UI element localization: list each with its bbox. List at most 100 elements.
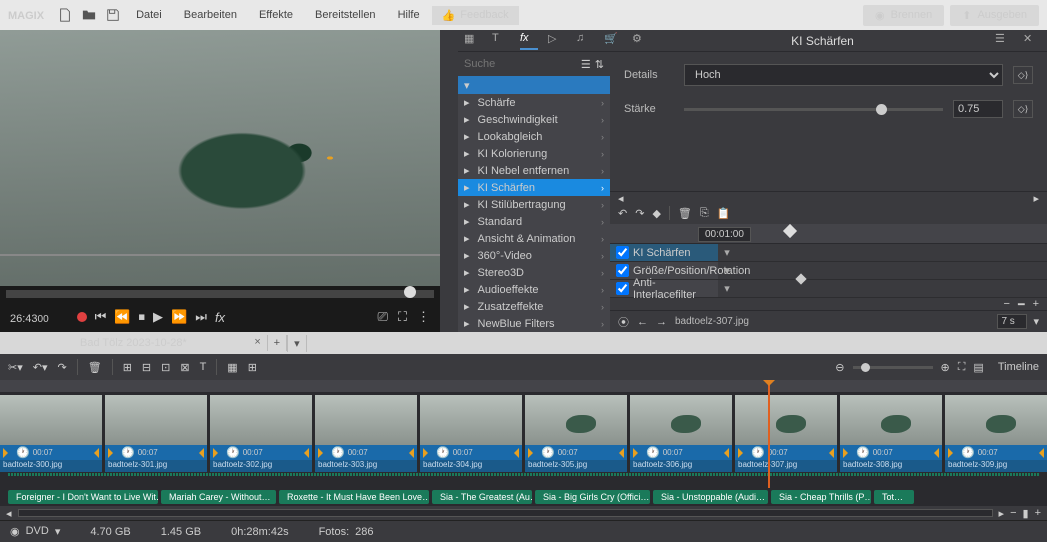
clip-in-handle[interactable]: [3, 448, 13, 458]
clip-in-handle[interactable]: [843, 448, 853, 458]
kf-redo-icon[interactable]: ↷: [635, 207, 644, 220]
timeline-clip[interactable]: 🕐00:07badtoelz-309.jpg: [945, 395, 1047, 472]
kf-back-icon[interactable]: ←: [637, 316, 648, 328]
timeline-clip[interactable]: 🕐00:07badtoelz-301.jpg: [105, 395, 207, 472]
ungroup-tool-icon[interactable]: ⊠: [180, 361, 189, 374]
track-minus-icon[interactable]: −: [1010, 507, 1016, 519]
tab-audio-icon[interactable]: ♫: [576, 32, 594, 50]
fx-item-geschwindigkeit[interactable]: ▸Geschwindigkeit›: [458, 111, 610, 128]
open-folder-icon[interactable]: [78, 4, 100, 26]
panel-close-icon[interactable]: ✕: [1023, 32, 1041, 50]
track-enable-checkbox[interactable]: [616, 264, 629, 277]
marker-tool-icon[interactable]: ⊟: [142, 361, 151, 374]
clip-in-handle[interactable]: [423, 448, 433, 458]
grid-tool-icon[interactable]: ▦: [227, 361, 237, 374]
clip-out-handle[interactable]: [404, 448, 414, 458]
fx-item-audioeffekte[interactable]: ▸Audioeffekte›: [458, 281, 610, 298]
object-tool-icon[interactable]: ⊞: [248, 361, 257, 374]
clip-out-handle[interactable]: [299, 448, 309, 458]
prev-button[interactable]: ⏮: [95, 309, 107, 325]
menu-edit[interactable]: Bearbeiten: [174, 5, 247, 25]
menu-effects[interactable]: Effekte: [249, 5, 303, 25]
fx-item-newblue-filters[interactable]: ▸NewBlue Filters›: [458, 315, 610, 332]
fx-item-lookabgleich[interactable]: ▸Lookabgleich›: [458, 128, 610, 145]
menu-help[interactable]: Hilfe: [388, 5, 430, 25]
group-tool-icon[interactable]: ⊡: [161, 361, 170, 374]
zoom-out-icon[interactable]: ⊖: [835, 361, 844, 374]
timeline-clip[interactable]: 🕐00:07badtoelz-304.jpg: [420, 395, 522, 472]
menu-file[interactable]: Datei: [126, 5, 172, 25]
keyframe-track[interactable]: KI Schärfen▾: [610, 244, 1047, 262]
title-tool-icon[interactable]: ⊞: [123, 361, 132, 374]
fx-item-zusatzeffekte[interactable]: ▸Zusatzeffekte›: [458, 298, 610, 315]
audio-clip[interactable]: Sia - The Greatest (Au…: [432, 490, 532, 504]
keyframe-track[interactable]: Anti-Interlacefilter▾: [610, 280, 1047, 298]
scroll-left-icon[interactable]: ◂: [6, 507, 12, 520]
delete-icon[interactable]: 🗑: [88, 361, 102, 374]
forward-button[interactable]: ⏩: [171, 309, 187, 325]
clip-out-handle[interactable]: [509, 448, 519, 458]
tab-text-icon[interactable]: T: [492, 32, 510, 50]
tab-settings-icon[interactable]: ⚙: [632, 32, 650, 50]
fx-item-ki-sch-rfen[interactable]: ▸KI Schärfen›: [458, 179, 610, 196]
effects-search-input[interactable]: [464, 58, 544, 70]
undo-icon[interactable]: ↶▾: [33, 361, 48, 374]
next-button[interactable]: ⏭: [195, 309, 207, 325]
audio-clip[interactable]: Sia - Big Girls Cry (Offici…: [535, 490, 650, 504]
keyframe-ruler[interactable]: 00:01:00: [610, 224, 1047, 244]
timeline-ruler[interactable]: [0, 380, 1047, 392]
kf-scroll-right[interactable]: ▸: [1033, 192, 1039, 202]
clip-in-handle[interactable]: [948, 448, 958, 458]
tab-close-icon[interactable]: ×: [254, 336, 260, 348]
timeline-view-icon[interactable]: ▤: [973, 361, 983, 374]
clip-in-handle[interactable]: [213, 448, 223, 458]
clip-out-handle[interactable]: [929, 448, 939, 458]
add-project-tab[interactable]: +: [267, 335, 287, 351]
fx-item-ki-stil-bertragung[interactable]: ▸KI Stilübertragung›: [458, 196, 610, 213]
track-enable-checkbox[interactable]: [616, 282, 629, 295]
audio-clip[interactable]: Mariah Carey - Without…: [161, 490, 276, 504]
clip-out-handle[interactable]: [719, 448, 729, 458]
slider-handle[interactable]: [876, 104, 887, 115]
keyframe-zoom-input[interactable]: [997, 314, 1027, 329]
tab-grid-icon[interactable]: ▦: [464, 32, 482, 50]
track-dropdown-icon[interactable]: ▾: [718, 282, 736, 295]
clip-in-handle[interactable]: [633, 448, 643, 458]
play-button[interactable]: ▶: [153, 309, 163, 325]
audio-clip[interactable]: Sia - Cheap Thrills (P…: [771, 490, 871, 504]
clip-in-handle[interactable]: [318, 448, 328, 458]
scroll-right-icon[interactable]: ▸: [999, 507, 1005, 520]
kf-delete-icon[interactable]: 🗑: [678, 207, 692, 220]
kf-fwd-icon[interactable]: →: [656, 316, 667, 328]
details-select[interactable]: Hoch: [684, 64, 1003, 86]
burn-button[interactable]: ◉Brennen: [863, 5, 944, 26]
timeline-clip[interactable]: 🕐00:07badtoelz-305.jpg: [525, 395, 627, 472]
project-tab[interactable]: Bad Tölz 2023-10-28*×: [0, 334, 267, 352]
track-handle-icon[interactable]: ▮: [1023, 507, 1029, 520]
keyframe-playhead[interactable]: [783, 224, 797, 238]
tab-cart-icon[interactable]: 🛒: [604, 32, 622, 50]
keyframe-button-1[interactable]: ◇⟩: [1013, 66, 1033, 84]
redo-icon[interactable]: ↷: [58, 361, 67, 374]
audio-clip[interactable]: Sia - Unstoppable (Audi…: [653, 490, 768, 504]
new-file-icon[interactable]: [54, 4, 76, 26]
audio-clip[interactable]: Roxette - It Must Have Been Love…: [279, 490, 429, 504]
effects-category-header[interactable]: ▾: [458, 76, 610, 94]
record-indicator[interactable]: [77, 312, 87, 322]
kf-copy-icon[interactable]: ⎘: [700, 207, 709, 220]
kf-undo-icon[interactable]: ↶: [618, 207, 627, 220]
timeline-clip[interactable]: 🕐00:07badtoelz-308.jpg: [840, 395, 942, 472]
track-plus-icon[interactable]: +: [1035, 507, 1041, 519]
clip-out-handle[interactable]: [614, 448, 624, 458]
timeline-playhead[interactable]: [768, 380, 770, 488]
zoom-fit-icon[interactable]: ⛶: [958, 361, 966, 374]
feedback-button[interactable]: 👍Feedback: [432, 6, 519, 25]
list-view-icon[interactable]: ☰: [581, 58, 591, 71]
project-tab-dropdown[interactable]: ▾: [287, 335, 307, 352]
fx-item-ki-nebel-entfernen[interactable]: ▸KI Nebel entfernen›: [458, 162, 610, 179]
preview-monitor[interactable]: [0, 30, 440, 286]
kf-dropdown-icon[interactable]: ▾: [1033, 315, 1039, 328]
fx-item-ansicht-animation[interactable]: ▸Ansicht & Animation›: [458, 230, 610, 247]
timeline-clip[interactable]: 🕐00:07badtoelz-302.jpg: [210, 395, 312, 472]
scrubber-handle[interactable]: [404, 286, 416, 298]
